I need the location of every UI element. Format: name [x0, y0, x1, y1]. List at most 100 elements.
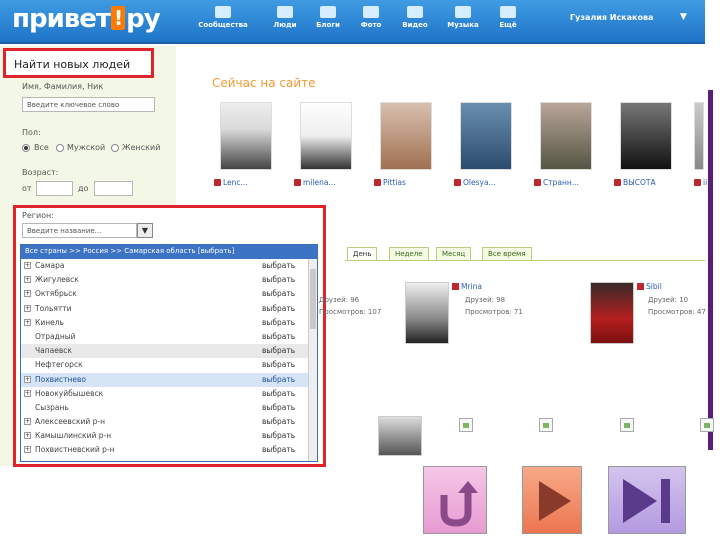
region-name[interactable]: Алексеевский р-н	[35, 417, 105, 426]
gender-all-radio[interactable]	[22, 144, 30, 152]
expand-icon[interactable]: +	[24, 318, 31, 326]
region-select-link[interactable]: выбрать	[262, 289, 295, 298]
user-photo[interactable]	[590, 282, 634, 344]
nav-video[interactable]: Видео	[388, 6, 442, 29]
user-photo[interactable]	[220, 102, 272, 170]
region-row[interactable]: Сызрань выбрать	[21, 401, 317, 415]
region-select-link[interactable]: выбрать	[262, 346, 295, 355]
user-photo[interactable]	[380, 102, 432, 170]
online-user-card[interactable]: ВЫСОТА	[612, 96, 684, 194]
user-photo[interactable]	[620, 102, 672, 170]
user-photo[interactable]	[540, 102, 592, 170]
expand-icon[interactable]: +	[24, 389, 31, 397]
region-name[interactable]: Жигулевск	[35, 275, 79, 284]
user-name-link[interactable]: Pittias	[374, 178, 406, 187]
region-name[interactable]: Нефтегорск	[35, 360, 83, 369]
region-name[interactable]: Чапаевск	[35, 346, 72, 355]
region-name[interactable]: Октябрьск	[35, 289, 77, 298]
online-user-card[interactable]: Странн...	[532, 96, 604, 194]
online-user-card[interactable]: Olesya...	[452, 96, 524, 194]
online-user-card[interactable]: Pittias	[372, 96, 444, 194]
user-name-link[interactable]: ii	[694, 178, 707, 187]
gender-male-radio[interactable]	[56, 144, 64, 152]
region-row[interactable]: + Камышлинский р-н выбрать	[21, 429, 317, 443]
region-select-link[interactable]: выбрать	[262, 403, 295, 412]
expand-icon[interactable]: +	[24, 304, 31, 312]
user-menu-name[interactable]: Гузалия Искакова	[570, 13, 653, 22]
user-name-link[interactable]: Странн...	[534, 178, 579, 187]
user-photo[interactable]	[405, 282, 449, 344]
expand-icon[interactable]: +	[24, 432, 31, 440]
region-select-link[interactable]: выбрать	[262, 360, 295, 369]
region-select-link[interactable]: выбрать	[262, 261, 295, 270]
region-name[interactable]: Самара	[35, 261, 64, 270]
user-name-link[interactable]: ВЫСОТА	[614, 178, 656, 187]
region-row[interactable]: + Октябрьск выбрать	[21, 287, 317, 301]
region-name[interactable]: Тольятти	[35, 304, 72, 313]
region-breadcrumb[interactable]: Все страны >> Россия >> Самарская област…	[21, 245, 317, 259]
site-logo[interactable]: привет! ру	[12, 4, 161, 34]
tab-all-time[interactable]: Все время	[482, 247, 532, 261]
region-select-link[interactable]: выбрать	[262, 445, 295, 454]
online-user-card[interactable]: Lenc...	[212, 96, 284, 194]
tab-week[interactable]: Неделе	[389, 247, 429, 261]
region-row[interactable]: Чапаевск выбрать	[21, 344, 317, 359]
back-button[interactable]	[423, 466, 487, 534]
play-button[interactable]	[522, 466, 582, 534]
user-name-link[interactable]: Mrina	[452, 282, 482, 291]
tab-day[interactable]: День	[347, 247, 378, 261]
age-to-input[interactable]	[94, 181, 133, 196]
expand-icon[interactable]: +	[24, 262, 31, 269]
expand-icon[interactable]: +	[24, 446, 31, 454]
region-input[interactable]: Введите название...	[22, 223, 137, 238]
end-button[interactable]	[608, 466, 686, 534]
region-name[interactable]: Камышлинский р-н	[35, 431, 111, 440]
region-select-link[interactable]: выбрать	[262, 332, 295, 341]
user-photo[interactable]	[300, 102, 352, 170]
region-name[interactable]: Похвистнево	[35, 375, 86, 384]
region-row[interactable]: Нефтегорск выбрать	[21, 358, 317, 372]
region-select-link[interactable]: выбрать	[262, 417, 295, 426]
user-name-link[interactable]: Sibil	[637, 282, 662, 291]
expand-icon[interactable]: +	[24, 276, 31, 284]
age-from-input[interactable]	[36, 181, 73, 196]
region-row[interactable]: Отрадный выбрать	[21, 330, 317, 344]
gender-female-radio[interactable]	[111, 144, 119, 152]
tab-month[interactable]: Месяц	[436, 247, 472, 261]
region-name[interactable]: Похвистневский р-н	[35, 445, 115, 454]
online-user-card[interactable]: milena...	[292, 96, 364, 194]
user-photo[interactable]	[378, 416, 422, 456]
region-row[interactable]: + Жигулевск выбрать	[21, 273, 317, 287]
region-row[interactable]: + Тольятти выбрать	[21, 302, 317, 316]
nav-communities[interactable]: Сообщества	[196, 6, 250, 29]
region-select-link[interactable]: выбрать	[262, 389, 295, 398]
region-name[interactable]: Отрадный	[35, 332, 76, 341]
expand-icon[interactable]: +	[24, 375, 31, 383]
region-select-link[interactable]: выбрать	[262, 431, 295, 440]
region-select-link[interactable]: выбрать	[262, 375, 295, 384]
user-name-link[interactable]: Lenc...	[214, 178, 248, 187]
name-search-input[interactable]: Введите ключевое слово	[22, 97, 155, 112]
region-row[interactable]: + Кинель выбрать	[21, 316, 317, 330]
expand-icon[interactable]: +	[24, 290, 31, 298]
region-name[interactable]: Новокуйбышевск	[35, 389, 103, 398]
region-dropdown-button[interactable]: ▼	[137, 223, 153, 238]
region-list-scrollbar[interactable]	[308, 259, 317, 461]
user-name-link[interactable]: milena...	[294, 178, 336, 187]
region-row[interactable]: + Похвистнево выбрать	[21, 372, 317, 387]
region-row[interactable]: + Похвистневский р-н выбрать	[21, 443, 317, 457]
region-name[interactable]: Сызрань	[35, 403, 69, 412]
region-row[interactable]: + Новокуйбышевск выбрать	[21, 387, 317, 401]
region-row[interactable]: + Самара выбрать	[21, 259, 317, 273]
region-select-link[interactable]: выбрать	[262, 318, 295, 327]
user-photo[interactable]	[694, 102, 704, 170]
nav-more[interactable]: Ещё	[481, 6, 535, 29]
region-select-link[interactable]: выбрать	[262, 304, 295, 313]
chevron-down-icon[interactable]: ▼	[680, 12, 687, 22]
region-row[interactable]: + Алексеевский р-н выбрать	[21, 415, 317, 429]
user-name-link[interactable]: Olesya...	[454, 178, 496, 187]
region-name[interactable]: Кинель	[35, 318, 64, 327]
region-select-link[interactable]: выбрать	[262, 275, 295, 284]
user-photo[interactable]	[460, 102, 512, 170]
expand-icon[interactable]: +	[24, 418, 31, 426]
